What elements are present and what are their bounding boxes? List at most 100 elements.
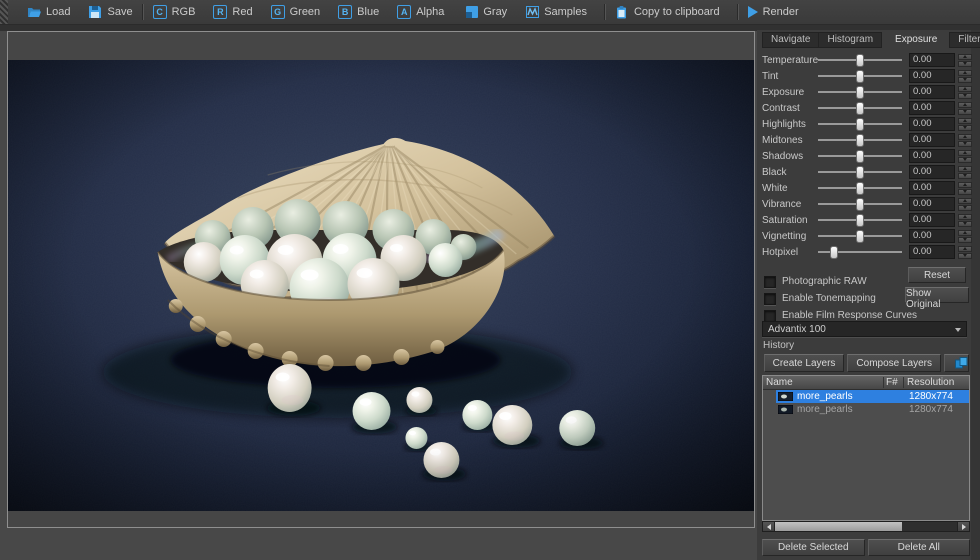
vibrance-value-field[interactable]: 0.00 <box>909 197 955 211</box>
alpha-channel-button[interactable]: A Alpha <box>394 2 447 22</box>
slider-handle[interactable] <box>856 230 864 243</box>
tab-filter[interactable]: Filter <box>949 32 980 48</box>
blue-channel-button[interactable]: B Blue <box>335 2 382 22</box>
reset-button[interactable]: Reset <box>908 267 966 283</box>
create-layers-button[interactable]: Create Layers <box>763 354 845 372</box>
slider-handle[interactable] <box>856 134 864 147</box>
scrollbar-thumb[interactable] <box>775 522 903 531</box>
spin-up-button[interactable] <box>958 101 972 108</box>
scrollbar-track[interactable] <box>775 522 957 531</box>
slider-handle[interactable] <box>856 198 864 211</box>
slider-handle[interactable] <box>856 150 864 163</box>
spin-up-button[interactable] <box>958 117 972 124</box>
temperature-slider[interactable] <box>816 52 904 68</box>
scroll-left-button[interactable] <box>763 522 775 531</box>
black-value-field[interactable]: 0.00 <box>909 165 955 179</box>
saturation-value-field[interactable]: 0.00 <box>909 213 955 227</box>
exposure-value-field[interactable]: 0.00 <box>909 85 955 99</box>
spin-down-button[interactable] <box>958 252 972 259</box>
samples-button[interactable]: Samples <box>522 2 590 22</box>
tint-value-field[interactable]: 0.00 <box>909 69 955 83</box>
checkbox-box[interactable] <box>764 309 776 322</box>
copy-to-clipboard-button[interactable]: Copy to clipboard <box>612 2 723 22</box>
render-button[interactable]: Render <box>745 2 802 22</box>
exposure-slider[interactable] <box>816 84 904 100</box>
temperature-value-field[interactable]: 0.00 <box>909 53 955 67</box>
delete-all-button[interactable]: Delete All <box>867 539 970 556</box>
slider-handle[interactable] <box>830 246 839 259</box>
contrast-value-field[interactable]: 0.00 <box>909 101 955 115</box>
slider-handle[interactable] <box>856 118 864 131</box>
slider-handle[interactable] <box>856 102 864 115</box>
vignetting-slider[interactable] <box>816 228 904 244</box>
history-list-header[interactable]: Name F# Resolution <box>763 376 969 390</box>
history-horizontal-scrollbar[interactable] <box>762 521 970 532</box>
checkbox-box[interactable] <box>764 292 776 305</box>
shadows-slider[interactable] <box>816 148 904 164</box>
midtones-slider[interactable] <box>816 132 904 148</box>
vibrance-slider[interactable] <box>816 196 904 212</box>
black-slider[interactable] <box>816 164 904 180</box>
slider-handle[interactable] <box>856 86 864 99</box>
vignetting-value-field[interactable]: 0.00 <box>909 229 955 243</box>
slider-handle[interactable] <box>856 166 864 179</box>
compose-layers-button[interactable]: Compose Layers <box>847 354 941 372</box>
green-channel-button[interactable]: G Green <box>268 2 324 22</box>
slider-handle[interactable] <box>856 54 864 67</box>
slider-handle[interactable] <box>856 214 864 227</box>
scroll-right-button[interactable] <box>957 522 969 531</box>
checkbox-box[interactable] <box>764 275 776 288</box>
column-fnumber[interactable]: F# <box>883 377 903 388</box>
contrast-slider[interactable] <box>816 100 904 116</box>
rgb-channel-button[interactable]: C RGB <box>150 2 199 22</box>
spin-down-button[interactable] <box>958 60 972 67</box>
spin-up-button[interactable] <box>958 133 972 140</box>
spin-up-button[interactable] <box>958 53 972 60</box>
checkbox-photographic-raw[interactable]: Photographic RAW <box>764 273 917 290</box>
saturation-slider[interactable] <box>816 212 904 228</box>
midtones-value-field[interactable]: 0.00 <box>909 133 955 147</box>
show-original-button[interactable]: Show Original <box>905 287 969 310</box>
spin-up-button[interactable] <box>958 197 972 204</box>
spin-down-button[interactable] <box>958 172 972 179</box>
spin-up-button[interactable] <box>958 213 972 220</box>
history-row[interactable]: more_pearls 1280x774 <box>763 403 969 416</box>
spin-up-button[interactable] <box>958 165 972 172</box>
spin-up-button[interactable] <box>958 149 972 156</box>
hotpixel-value-field[interactable]: 0.00 <box>909 245 955 259</box>
highlights-value-field[interactable]: 0.00 <box>909 117 955 131</box>
render-viewport[interactable] <box>7 31 755 528</box>
spin-down-button[interactable] <box>958 188 972 195</box>
spin-down-button[interactable] <box>958 204 972 211</box>
tab-histogram[interactable]: Histogram <box>818 32 883 48</box>
checkbox-enable-tonemapping[interactable]: Enable Tonemapping <box>764 290 917 307</box>
film-response-dropdown[interactable]: Advantix 100 <box>762 321 967 337</box>
spin-down-button[interactable] <box>958 220 972 227</box>
history-list[interactable]: Name F# Resolution more_pearls 1280x774 <box>762 375 970 521</box>
white-value-field[interactable]: 0.00 <box>909 181 955 195</box>
tab-exposure[interactable]: Exposure <box>886 32 946 48</box>
history-row[interactable]: more_pearls 1280x774 <box>763 390 969 403</box>
slider-handle[interactable] <box>856 182 864 195</box>
load-button[interactable]: Load <box>24 2 73 22</box>
spin-up-button[interactable] <box>958 229 972 236</box>
spin-up-button[interactable] <box>958 245 972 252</box>
spin-down-button[interactable] <box>958 108 972 115</box>
tint-slider[interactable] <box>816 68 904 84</box>
column-name[interactable]: Name <box>763 377 883 388</box>
delete-selected-button[interactable]: Delete Selected <box>762 539 865 556</box>
tab-navigate[interactable]: Navigate <box>762 32 820 48</box>
spin-down-button[interactable] <box>958 156 972 163</box>
toolbar-grip[interactable] <box>0 0 8 24</box>
spin-up-button[interactable] <box>958 69 972 76</box>
gray-channel-button[interactable]: Gray <box>463 2 510 22</box>
save-button[interactable]: Save <box>85 2 135 22</box>
slider-handle[interactable] <box>856 70 864 83</box>
red-channel-button[interactable]: R Red <box>210 2 255 22</box>
shadows-value-field[interactable]: 0.00 <box>909 149 955 163</box>
spin-up-button[interactable] <box>958 85 972 92</box>
hotpixel-slider[interactable] <box>816 244 904 260</box>
spin-down-button[interactable] <box>958 124 972 131</box>
highlights-slider[interactable] <box>816 116 904 132</box>
column-resolution[interactable]: Resolution <box>903 377 969 388</box>
